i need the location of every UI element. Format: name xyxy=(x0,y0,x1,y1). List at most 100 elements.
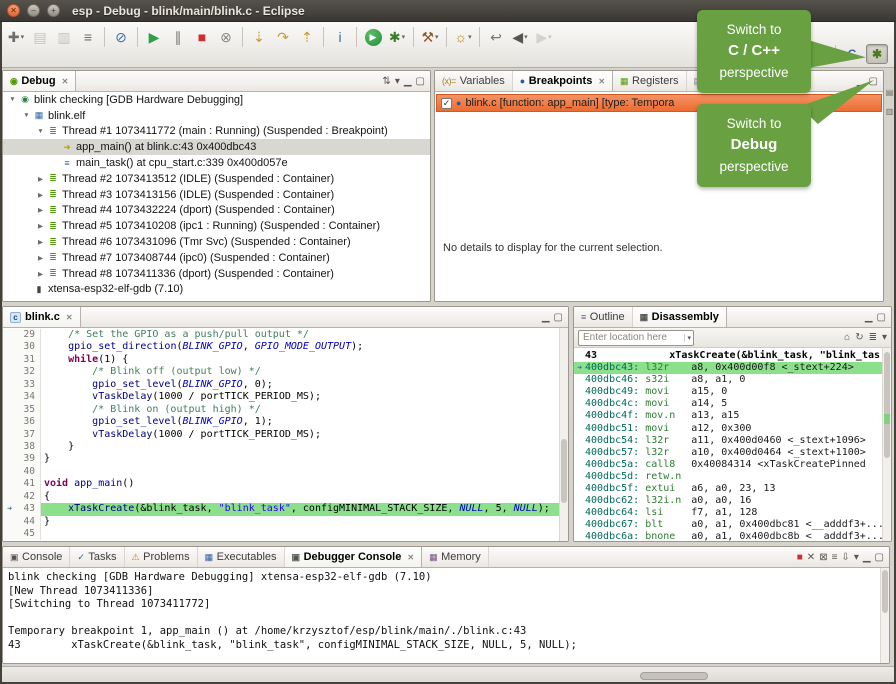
disassembly-row[interactable]: 400dbc51:movia12, 0x300 xyxy=(574,423,891,435)
close-tab-icon[interactable]: ✕ xyxy=(407,553,414,562)
debug-tree[interactable]: ▼◉blink checking [GDB Hardware Debugging… xyxy=(3,92,430,297)
editor-line[interactable]: 37 vTaskDelay(1000 / portTICK_PERIOD_MS)… xyxy=(3,429,568,441)
debug-tree-item[interactable]: ≡main_task() at cpu_start.c:339 0x400d05… xyxy=(3,155,430,171)
debug-tree-item[interactable]: ▶≣Thread #3 1073413156 (IDLE) (Suspended… xyxy=(3,187,430,203)
console-scrollbar[interactable] xyxy=(880,568,889,663)
tab-problems[interactable]: ⚠Problems xyxy=(125,547,198,567)
step-over-button[interactable]: ↷ xyxy=(271,25,295,49)
editor-scrollbar[interactable] xyxy=(559,328,568,541)
expander-icon[interactable]: ▶ xyxy=(35,206,46,214)
remove-launch-icon[interactable]: ✕ xyxy=(807,552,815,563)
editor-line[interactable]: 36 gpio_set_level(BLINK_GPIO, 1); xyxy=(3,416,568,428)
disassembly-row[interactable]: 400dbc4c:movia14, 5 xyxy=(574,398,891,410)
debug-perspective-button[interactable]: ✱ xyxy=(866,44,888,64)
debug-tree-item[interactable]: ▼▦blink.elf xyxy=(3,108,430,124)
editor-line[interactable]: 34 vTaskDelay(1000 / portTICK_PERIOD_MS)… xyxy=(3,391,568,403)
disassembly-row[interactable]: 400dbc5f:extuia6, a0, 23, 13 xyxy=(574,483,891,495)
disasm-menu-icon[interactable]: ▾ xyxy=(882,332,887,343)
minimize-view-icon[interactable]: ▁ xyxy=(863,552,871,563)
close-tab-icon[interactable]: ✕ xyxy=(62,77,69,86)
disassembly-row[interactable]: 400dbc62:l32i.na0, a0, 16 xyxy=(574,495,891,507)
new-button[interactable]: ✚▾ xyxy=(4,25,28,49)
close-window-button[interactable]: ✕ xyxy=(7,4,20,17)
maximize-view-icon[interactable]: ▢ xyxy=(875,552,884,563)
editor-line[interactable]: 35 /* Blink on (output high) */ xyxy=(3,404,568,416)
close-tab-icon[interactable]: ✕ xyxy=(598,77,605,86)
editor-line[interactable]: 39} xyxy=(3,453,568,465)
combo-dropdown-icon[interactable]: ▾ xyxy=(684,334,691,342)
disassembly-row[interactable]: 400dbc4f:mov.na13, a15 xyxy=(574,410,891,422)
terminate-button[interactable]: ■ xyxy=(190,25,214,49)
tab-blink-c[interactable]: cblink.c✕ xyxy=(3,307,81,327)
clear-console-icon[interactable]: ≡ xyxy=(832,552,838,563)
scroll-lock-icon[interactable]: ⇩ xyxy=(841,552,849,563)
tab-breakpoints[interactable]: ●Breakpoints✕ xyxy=(513,71,613,91)
maximize-view-icon[interactable]: ▢ xyxy=(554,312,563,323)
disassembly-row[interactable]: 400dbc5d:retw.n xyxy=(574,471,891,483)
disassembly-rows[interactable]: 43 xTaskCreate(&blink_task, "blink_tas➜4… xyxy=(574,348,891,541)
disassembly-row[interactable]: ➜400dbc43:l32ra8, 0x400d00f8 <_stext+224… xyxy=(574,362,891,374)
debug-tree-item[interactable]: ▶≣Thread #4 1073432224 (dport) (Suspende… xyxy=(3,203,430,219)
skip-all-breakpoints-button[interactable]: ⊘ xyxy=(109,25,133,49)
horizontal-scrollbar[interactable] xyxy=(640,672,708,680)
expander-icon[interactable]: ▼ xyxy=(7,96,18,103)
refresh-icon[interactable]: ↻ xyxy=(855,332,863,343)
disassembly-row[interactable]: 400dbc54:l32ra11, 0x400d0460 <_stext+109… xyxy=(574,435,891,447)
debug-tree-item[interactable]: ▼≣Thread #1 1073411772 (main : Running) … xyxy=(3,124,430,140)
tab-executables[interactable]: ▦Executables xyxy=(198,547,285,567)
expander-icon[interactable]: ▶ xyxy=(35,238,46,246)
debug-tree-item[interactable]: ▼◉blink checking [GDB Hardware Debugging… xyxy=(3,92,430,108)
editor-line[interactable]: 44} xyxy=(3,516,568,528)
disassembly-row[interactable]: 400dbc46:s32ia8, a1, 0 xyxy=(574,374,891,386)
resume-button[interactable]: ▶ xyxy=(142,25,166,49)
editor-line[interactable]: 38 } xyxy=(3,441,568,453)
tab-registers[interactable]: ▦Registers xyxy=(613,71,686,91)
editor-line[interactable]: 33 gpio_set_level(BLINK_GPIO, 0); xyxy=(3,379,568,391)
suspend-button[interactable]: ∥ xyxy=(166,25,190,49)
minimize-view-icon[interactable]: ▁ xyxy=(404,76,412,87)
disconnect-button[interactable]: ⊗ xyxy=(214,25,238,49)
tab-disassembly[interactable]: ▦Disassembly xyxy=(633,307,727,327)
editor-code-area[interactable]: 29 /* Set the GPIO as a push/pull output… xyxy=(3,328,568,541)
last-edit-location-button[interactable]: ↩ xyxy=(484,25,508,49)
console-menu-icon[interactable]: ▾ xyxy=(854,552,859,563)
show-source-icon[interactable]: ≣ xyxy=(869,332,877,343)
save-button[interactable]: ▤ xyxy=(28,25,52,49)
step-return-button[interactable]: ⇡ xyxy=(295,25,319,49)
expander-icon[interactable]: ▶ xyxy=(35,254,46,262)
debug-tree-item[interactable]: ➜app_main() at blink.c:43 0x400dbc43 xyxy=(3,139,430,155)
console-output[interactable]: blink checking [GDB Hardware Debugging] … xyxy=(3,568,889,663)
debug-tree-item[interactable]: ▶≣Thread #8 1073411336 (dport) (Suspende… xyxy=(3,266,430,282)
scrollbar-thumb[interactable] xyxy=(561,439,567,503)
search-button[interactable]: ☼▾ xyxy=(451,25,475,49)
maximize-view-icon[interactable]: ▢ xyxy=(869,76,878,87)
tab-console[interactable]: ▣Console xyxy=(3,547,70,567)
editor-line[interactable]: ➜43 xTaskCreate(&blink_task, "blink_task… xyxy=(3,503,568,515)
minimize-window-button[interactable]: – xyxy=(27,4,40,17)
debug-tree-item[interactable]: ▮xtensa-esp32-elf-gdb (7.10) xyxy=(3,282,430,298)
minimized-view-icon-2[interactable]: ▥ xyxy=(886,107,894,116)
editor-line[interactable]: 29 /* Set the GPIO as a push/pull output… xyxy=(3,329,568,341)
debug-tree-item[interactable]: ▶≣Thread #5 1073410208 (ipc1 : Running) … xyxy=(3,218,430,234)
tab-memory[interactable]: ▦Memory xyxy=(422,547,489,567)
tab-outline[interactable]: ≡Outline xyxy=(574,307,633,327)
terminate-console-icon[interactable]: ■ xyxy=(797,552,803,563)
scrollbar-thumb[interactable] xyxy=(884,352,890,458)
instruction-stepping-button[interactable]: i xyxy=(328,25,352,49)
editor-line[interactable]: 32 /* Blink off (output low) */ xyxy=(3,366,568,378)
disassembly-row[interactable]: 400dbc6a:bnonea0, a1, 0x400dbc8b <__addd… xyxy=(574,531,891,541)
debug-tree-item[interactable]: ▶≣Thread #6 1073431096 (Tmr Svc) (Suspen… xyxy=(3,234,430,250)
disassembly-row[interactable]: 400dbc64:lsif7, a1, 128 xyxy=(574,507,891,519)
print-button[interactable]: ≡ xyxy=(76,25,100,49)
tab-variables[interactable]: (x)=Variables xyxy=(435,71,513,91)
minimize-view-icon[interactable]: ▁ xyxy=(865,312,873,323)
disassembly-row[interactable]: 400dbc67:blta0, a1, 0x400dbc81 <__adddf3… xyxy=(574,519,891,531)
expander-icon[interactable]: ▶ xyxy=(35,191,46,199)
remove-all-launches-icon[interactable]: ⊠ xyxy=(819,552,827,563)
minimize-view-icon[interactable]: ▁ xyxy=(542,312,550,323)
editor-line[interactable]: 31 while(1) { xyxy=(3,354,568,366)
editor-line[interactable]: 42{ xyxy=(3,491,568,503)
tab-debug[interactable]: ◉Debug✕ xyxy=(3,71,76,91)
expander-icon[interactable]: ▼ xyxy=(21,112,32,119)
location-combo[interactable]: Enter location here ▾ xyxy=(578,330,694,346)
